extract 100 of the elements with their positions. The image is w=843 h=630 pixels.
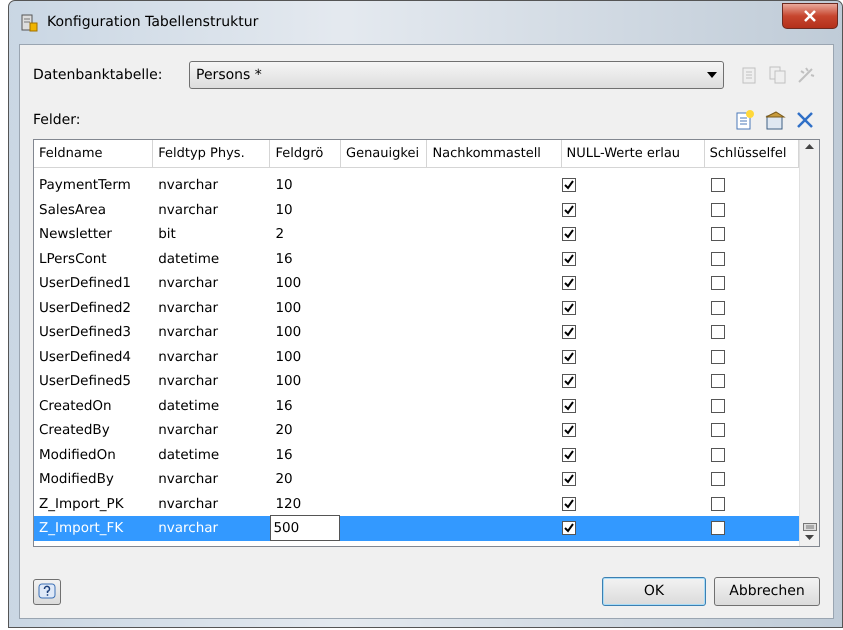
table-cell-text: LPersCont — [39, 250, 107, 269]
checkbox[interactable] — [710, 202, 725, 217]
checkbox[interactable] — [562, 252, 576, 266]
table-cell-text: CreatedOn — [39, 396, 112, 416]
table-cell-text: nvarchar — [158, 470, 218, 490]
table-cell-text: 10 — [275, 176, 293, 196]
table-cell-text: UserDefined1 — [39, 274, 131, 294]
checkbox[interactable] — [562, 178, 576, 192]
help-icon — [38, 582, 56, 600]
checkbox[interactable] — [562, 276, 576, 290]
table-cell-text: UserDefined2 — [39, 298, 131, 318]
scroll-down-icon[interactable] — [805, 535, 814, 540]
table-cell-text: nvarchar — [158, 348, 218, 367]
checkbox[interactable] — [562, 300, 576, 315]
table-cell-text: 100 — [275, 372, 302, 392]
table-cell-text: 100 — [275, 298, 302, 318]
table-cell-text: nvarchar — [158, 200, 218, 220]
table-cell-text: datetime — [158, 250, 220, 269]
table-cell-text: ModifiedBy — [39, 470, 114, 490]
checkbox[interactable] — [710, 276, 725, 290]
table-cell-text: nvarchar — [158, 298, 218, 318]
close-icon — [803, 10, 817, 22]
checkbox[interactable] — [562, 227, 576, 242]
table-cell-text: 120 — [275, 494, 302, 514]
help-button[interactable] — [33, 578, 61, 604]
table-cell-text: 100 — [275, 348, 302, 367]
table-dropdown[interactable]: Persons * — [189, 61, 724, 89]
table-cell-text: 20 — [275, 470, 293, 490]
ok-button[interactable]: OK — [602, 577, 706, 606]
table-cell-text: datetime — [158, 396, 220, 416]
checkbox[interactable] — [710, 300, 725, 315]
column-header[interactable]: Feldname — [34, 140, 154, 167]
scrollbar[interactable] — [799, 140, 819, 546]
table-cell-text: 16 — [275, 250, 293, 269]
checkbox[interactable] — [710, 398, 725, 413]
table-cell-text: datetime — [158, 446, 220, 465]
table-cell-text: Z_Import_FK — [39, 519, 124, 538]
table-cell-text: bit — [158, 225, 176, 244]
size-input[interactable]: 500 — [270, 515, 340, 542]
checkbox[interactable] — [562, 350, 576, 364]
checkbox[interactable] — [562, 374, 576, 388]
new-document-icon[interactable] — [734, 109, 756, 131]
checkbox[interactable] — [710, 448, 725, 462]
column-header[interactable]: Nachkommastell — [427, 140, 562, 167]
checkbox[interactable] — [562, 423, 576, 438]
table-cell-text: UserDefined5 — [39, 372, 131, 392]
table-cell-text: SalesArea — [39, 200, 106, 220]
table-label: Datenbanktabelle: — [33, 66, 164, 84]
table-cell-text: nvarchar — [158, 494, 218, 514]
cancel-button[interactable]: Abbrechen — [714, 577, 820, 606]
checkbox[interactable] — [710, 423, 725, 438]
checkbox[interactable] — [562, 325, 576, 340]
table-cell-text: nvarchar — [158, 372, 218, 392]
dropdown-arrow-icon — [707, 72, 717, 78]
checkbox[interactable] — [710, 178, 725, 192]
table-cell-text: ModifiedOn — [39, 446, 116, 465]
checkbox[interactable] — [562, 472, 576, 486]
checkbox[interactable] — [710, 472, 725, 486]
table-cell-text: CreatedBy — [39, 421, 110, 440]
table-cell-text: nvarchar — [158, 421, 218, 440]
table-cell-text: nvarchar — [158, 519, 218, 538]
checkbox[interactable] — [562, 496, 576, 511]
properties-icon[interactable] — [764, 109, 786, 131]
table-cell-text: 2 — [275, 225, 284, 244]
table-cell-text: nvarchar — [158, 176, 218, 196]
checkbox[interactable] — [710, 350, 725, 364]
checkbox[interactable] — [562, 448, 576, 462]
table-cell-text: 100 — [275, 323, 302, 342]
checkbox[interactable] — [562, 202, 576, 217]
checkbox[interactable] — [710, 252, 725, 266]
table-cell-text: Z_Import_PK — [39, 494, 124, 514]
table-cell-text: 100 — [275, 274, 302, 294]
checkbox[interactable] — [710, 325, 725, 340]
column-header[interactable]: Feldgrö — [270, 140, 341, 167]
table-cell-text: 16 — [275, 446, 293, 465]
table-cell-text: UserDefined4 — [39, 348, 131, 367]
column-header[interactable]: NULL-Werte erlau — [562, 140, 705, 167]
column-header[interactable]: Feldtyp Phys. — [153, 140, 270, 167]
table-cell-text: nvarchar — [158, 323, 218, 342]
checkbox[interactable] — [710, 227, 725, 242]
checkbox[interactable] — [562, 398, 576, 413]
table-cell-text: 10 — [275, 200, 293, 220]
scroll-thumb-icon[interactable] — [802, 523, 816, 531]
fields-label: Felder: — [33, 110, 81, 130]
database-icon — [19, 12, 39, 32]
checkbox[interactable] — [562, 521, 576, 536]
table-cell-text: 20 — [275, 421, 293, 440]
table-cell-text: UserDefined3 — [39, 323, 131, 342]
scroll-up-icon[interactable] — [805, 144, 814, 149]
table-cell-text: nvarchar — [158, 274, 218, 294]
table-cell-text: Newsletter — [39, 225, 112, 244]
close-button[interactable] — [782, 2, 838, 28]
table-cell-text: PaymentTerm — [39, 176, 131, 196]
checkbox[interactable] — [710, 521, 725, 536]
column-header[interactable]: Genauigkei — [341, 140, 428, 167]
window-title: Konfiguration Tabellenstruktur — [47, 13, 258, 32]
checkbox[interactable] — [710, 374, 725, 388]
selected-row[interactable]: Z_Import_FK nvarchar 500 — [34, 516, 799, 540]
table-cell-text: 16 — [275, 396, 293, 416]
checkbox[interactable] — [710, 496, 725, 511]
